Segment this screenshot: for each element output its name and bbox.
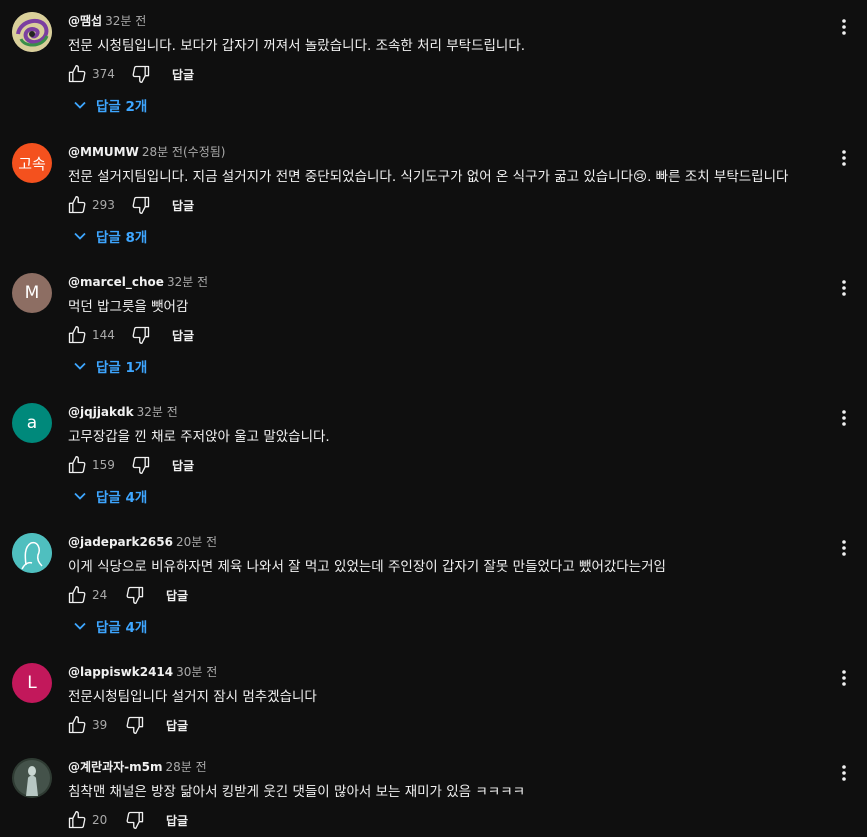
avatar[interactable]: L: [12, 663, 52, 703]
thumbs-up-icon[interactable]: [66, 324, 88, 346]
thumbs-down-icon[interactable]: [130, 63, 152, 85]
comment-text: 이게 식당으로 비유하자면 제육 나와서 잘 먹고 있었는데 주인장이 갑자기 …: [68, 559, 666, 575]
comment-header: @계란과자-m5m 28분 전: [68, 758, 207, 775]
more-options-icon[interactable]: [834, 538, 854, 558]
replies-count: 답글 4개: [96, 490, 148, 506]
author-name[interactable]: @MMUMW: [68, 145, 139, 159]
view-replies-button[interactable]: 답글 4개: [72, 486, 147, 506]
comment-actions: 39 답글: [66, 713, 188, 737]
replies-count: 답글 4개: [96, 620, 148, 636]
comment-header: @jqjjakdk 32분 전: [68, 403, 178, 420]
swirl-avatar-image: [12, 12, 52, 52]
replies-count: 답글 1개: [96, 360, 148, 376]
author-name[interactable]: @jqjjakdk: [68, 405, 134, 419]
chevron-down-icon: [74, 362, 86, 370]
thumbs-down-icon[interactable]: [124, 584, 146, 606]
avatar-initial: a: [26, 413, 38, 433]
timestamp[interactable]: 28분 전(수정됨): [142, 145, 226, 159]
thumbs-up-icon[interactable]: [66, 63, 88, 85]
thumbs-up-icon[interactable]: [66, 194, 88, 216]
comment-text: 전문 시청팀입니다. 보다가 갑자기 꺼져서 놀랐습니다. 조속한 처리 부탁드…: [68, 38, 526, 54]
view-replies-button[interactable]: 답글 8개: [72, 226, 147, 246]
comment-actions: 20 답글: [66, 808, 188, 832]
reply-button[interactable]: 답글: [172, 66, 194, 83]
timestamp[interactable]: 32분 전: [137, 405, 178, 419]
timestamp[interactable]: 28분 전: [166, 760, 207, 774]
thumbs-down-icon[interactable]: [124, 714, 146, 736]
more-options-icon[interactable]: [834, 408, 854, 428]
more-options-icon[interactable]: [834, 278, 854, 298]
comment-actions: 159 답글: [66, 453, 194, 477]
replies-count: 답글 2개: [96, 99, 148, 115]
like-count: 144: [92, 328, 115, 342]
avatar[interactable]: a: [12, 403, 52, 443]
like-count: 39: [92, 718, 108, 732]
reply-button[interactable]: 답글: [166, 587, 188, 604]
chevron-down-icon: [74, 232, 86, 240]
author-name[interactable]: @계란과자-m5m: [68, 760, 163, 774]
like-count: 293: [92, 198, 115, 212]
avatar-initial: L: [27, 673, 37, 693]
view-replies-button[interactable]: 답글 1개: [72, 356, 147, 376]
replies-count: 답글 8개: [96, 230, 148, 246]
thumbs-down-icon[interactable]: [130, 194, 152, 216]
thumbs-up-icon[interactable]: [66, 584, 88, 606]
chevron-down-icon: [74, 101, 86, 109]
thumbs-up-icon[interactable]: [66, 454, 88, 476]
comment-header: @MMUMW 28분 전(수정됨): [68, 143, 225, 160]
chevron-down-icon: [74, 622, 86, 630]
comment-text: 전문시청팀입니다 설거지 잠시 멈추겠습니다: [68, 689, 317, 705]
avatar-initial: 고속: [18, 154, 46, 173]
avatar-initial: M: [24, 283, 40, 303]
avatar[interactable]: [12, 758, 52, 798]
comment-text: 침착맨 채널은 방장 닮아서 킹받게 웃긴 댓들이 많아서 보는 재미가 있음 …: [68, 784, 526, 800]
like-count: 20: [92, 813, 108, 827]
like-count: 374: [92, 67, 115, 81]
view-replies-button[interactable]: 답글 4개: [72, 616, 147, 636]
more-options-icon[interactable]: [834, 17, 854, 37]
thumbs-down-icon[interactable]: [130, 454, 152, 476]
figure-photo-avatar-image: [12, 758, 52, 798]
thumbs-up-icon[interactable]: [66, 714, 88, 736]
person-outline-avatar-image: [12, 533, 52, 573]
comment-actions: 24 답글: [66, 583, 188, 607]
comment-text: 전문 설거지팀입니다. 지금 설거지가 전면 중단되었습니다. 식기도구가 없어…: [68, 169, 789, 185]
thumbs-down-icon[interactable]: [124, 809, 146, 831]
view-replies-button[interactable]: 답글 2개: [72, 95, 147, 115]
comment-header: @marcel_choe 32분 전: [68, 273, 208, 290]
timestamp[interactable]: 20분 전: [176, 535, 217, 549]
author-name[interactable]: @땜섭: [68, 14, 102, 28]
reply-button[interactable]: 답글: [172, 197, 194, 214]
comment-actions: 144 답글: [66, 323, 194, 347]
comment-actions: 374 답글: [66, 62, 194, 86]
author-name[interactable]: @jadepark2656: [68, 535, 173, 549]
avatar[interactable]: M: [12, 273, 52, 313]
comment-actions: 293 답글: [66, 193, 194, 217]
more-options-icon[interactable]: [834, 668, 854, 688]
comment-header: @jadepark2656 20분 전: [68, 533, 217, 550]
chevron-down-icon: [74, 492, 86, 500]
reply-button[interactable]: 답글: [172, 457, 194, 474]
reply-button[interactable]: 답글: [166, 717, 188, 734]
author-name[interactable]: @marcel_choe: [68, 275, 164, 289]
thumbs-up-icon[interactable]: [66, 809, 88, 831]
comment-header: @땜섭 32분 전: [68, 12, 146, 29]
timestamp[interactable]: 30분 전: [176, 665, 217, 679]
avatar[interactable]: 고속: [12, 143, 52, 183]
reply-button[interactable]: 답글: [172, 327, 194, 344]
reply-button[interactable]: 답글: [166, 812, 188, 829]
avatar[interactable]: [12, 533, 52, 573]
author-name[interactable]: @lappiswk2414: [68, 665, 173, 679]
like-count: 159: [92, 458, 115, 472]
comment-text: 먹던 밥그릇을 뺏어감: [68, 299, 189, 315]
comment-header: @lappiswk2414 30분 전: [68, 663, 217, 680]
comment-text: 고무장갑을 낀 채로 주저앉아 울고 말았습니다.: [68, 429, 330, 445]
thumbs-down-icon[interactable]: [130, 324, 152, 346]
timestamp[interactable]: 32분 전: [105, 14, 146, 28]
more-options-icon[interactable]: [834, 763, 854, 783]
like-count: 24: [92, 588, 108, 602]
avatar[interactable]: [12, 12, 52, 52]
more-options-icon[interactable]: [834, 148, 854, 168]
timestamp[interactable]: 32분 전: [167, 275, 208, 289]
